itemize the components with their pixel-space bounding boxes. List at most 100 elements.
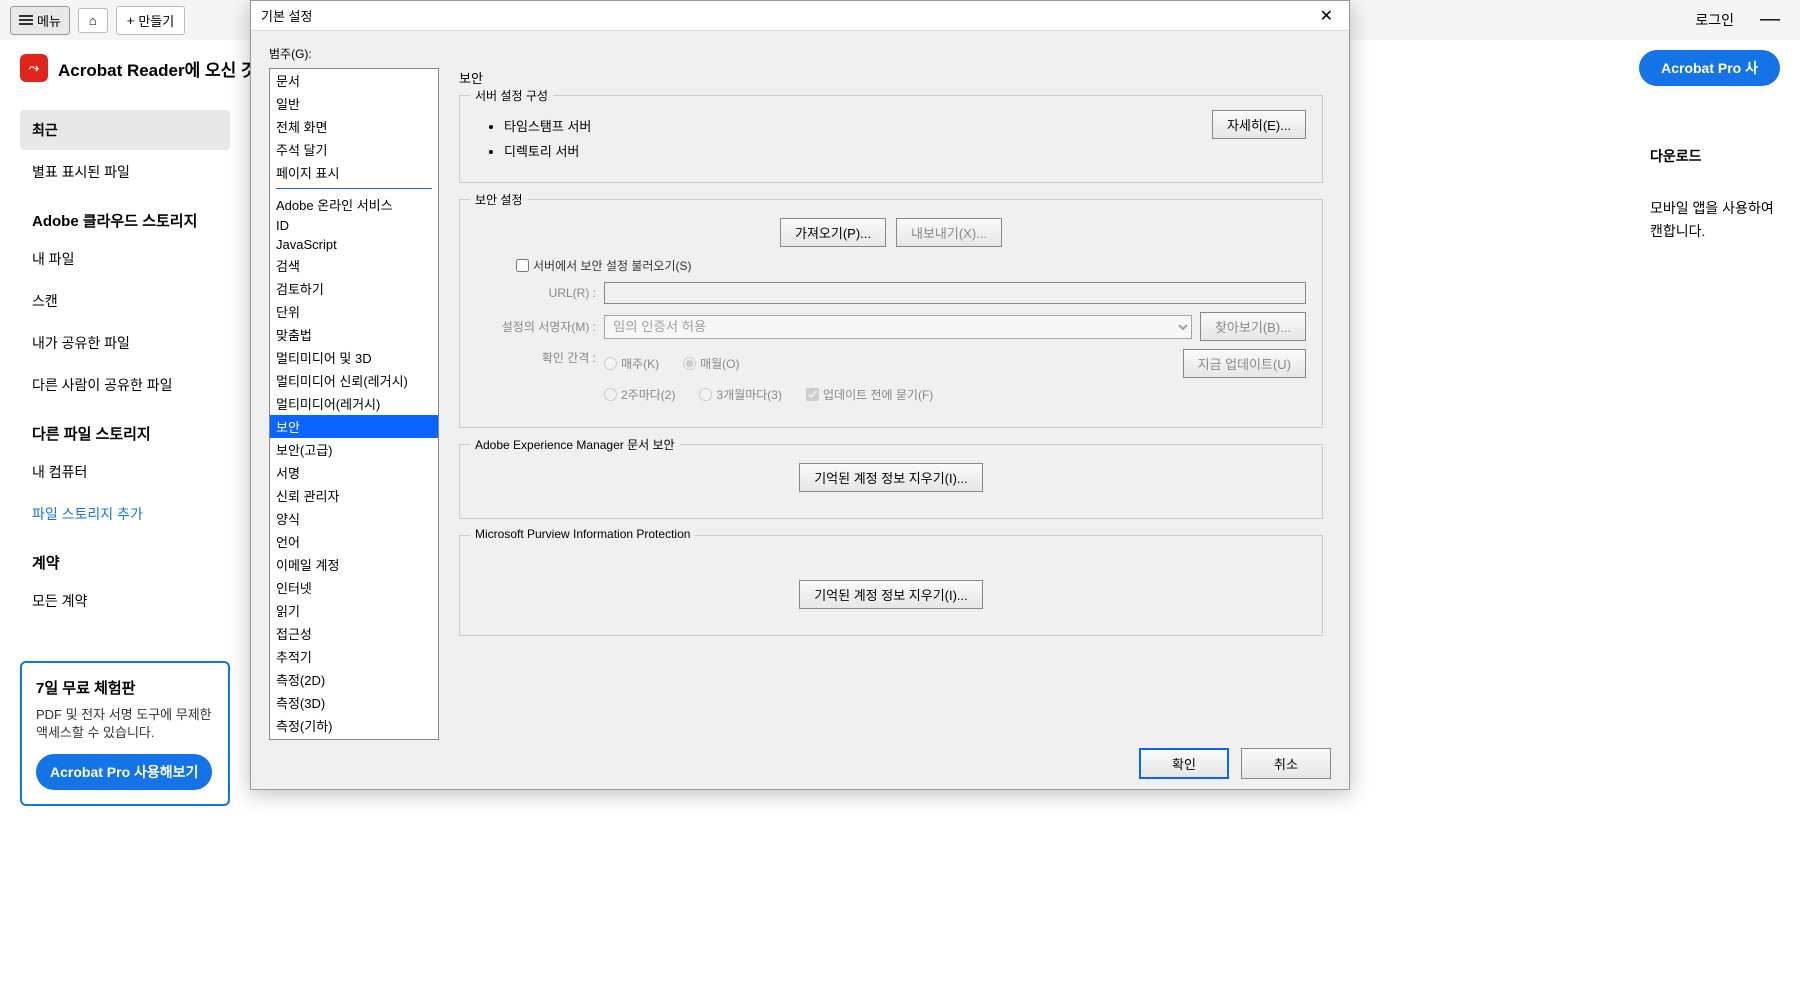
category-item[interactable]: 멀티미디어 및 3D — [270, 346, 438, 369]
category-item[interactable]: 신뢰 관리자 — [270, 484, 438, 507]
menu-label: 메뉴 — [37, 11, 61, 30]
hamburger-icon — [19, 13, 33, 27]
category-item[interactable]: Adobe 온라인 서비스 — [270, 193, 438, 216]
sidebar-item-mycomputer[interactable]: 내 컴퓨터 — [20, 452, 230, 492]
category-item[interactable]: 측정(3D) — [270, 691, 438, 714]
category-item[interactable]: JavaScript — [270, 235, 438, 254]
mobile-text-1: 모바일 앱을 사용하여 — [1650, 197, 1790, 219]
group-title-server: 서버 설정 구성 — [470, 87, 553, 104]
load-from-server-label: 서버에서 보안 설정 불러오기(S) — [533, 257, 691, 274]
url-input — [604, 282, 1306, 304]
category-item[interactable]: 검색 — [270, 254, 438, 277]
plus-icon: + — [127, 13, 135, 28]
category-item[interactable]: 언어 — [270, 530, 438, 553]
category-item[interactable]: 양식 — [270, 507, 438, 530]
load-from-server-checkbox[interactable]: 서버에서 보안 설정 불러오기(S) — [516, 257, 1306, 274]
sidebar-item-add-storage[interactable]: 파일 스토리지 추가 — [20, 494, 230, 534]
category-item[interactable]: 이메일 계정 — [270, 553, 438, 576]
pane-title: 보안 — [459, 68, 1323, 87]
category-item[interactable]: 맞춤법 — [270, 323, 438, 346]
signer-select: 임의 인증서 허용 — [604, 315, 1192, 339]
update-now-button: 지금 업데이트(U) — [1183, 349, 1306, 378]
category-divider — [276, 188, 432, 189]
category-item[interactable]: 보안 — [270, 415, 438, 438]
group-security-settings: 보안 설정 가져오기(P)... 내보내기(X)... 서버에서 보안 설정 불… — [459, 199, 1323, 428]
preferences-dialog: 기본 설정 ✕ 범주(G): 문서일반전체 화면주석 달기페이지 표시 Adobe… — [250, 0, 1350, 790]
browse-button: 찾아보기(B)... — [1200, 312, 1306, 341]
home-icon: ⌂ — [89, 13, 97, 28]
sidebar-item-shared-by-others[interactable]: 다른 사람이 공유한 파일 — [20, 365, 230, 405]
category-item[interactable]: 검토하기 — [270, 277, 438, 300]
close-icon[interactable]: ✕ — [1314, 6, 1339, 26]
dialog-title: 기본 설정 — [261, 6, 1314, 25]
login-link[interactable]: 로그인 — [1695, 10, 1734, 30]
trial-title: 7일 무료 체험판 — [36, 677, 214, 698]
sidebar-item-all-agreements[interactable]: 모든 계약 — [20, 581, 230, 621]
url-label: URL(R) : — [476, 286, 596, 300]
server-item-timestamp: 타임스탬프 서버 — [504, 116, 1306, 135]
category-item[interactable]: 멀티미디어(레거시) — [270, 392, 438, 415]
details-button[interactable]: 자세히(E)... — [1212, 110, 1306, 139]
group-title-security: 보안 설정 — [470, 191, 528, 208]
category-item[interactable]: 측정(2D) — [270, 668, 438, 691]
category-item[interactable]: 문서 — [270, 69, 438, 92]
ask-before-update-checkbox: 업데이트 전에 묻기(F) — [806, 386, 933, 403]
category-label: 범주(G): — [269, 45, 1331, 62]
server-item-directory: 디렉토리 서버 — [504, 141, 1306, 160]
category-item[interactable]: 보안(고급) — [270, 438, 438, 461]
sidebar-item-starred[interactable]: 별표 표시된 파일 — [20, 152, 230, 192]
category-item[interactable]: 서명 — [270, 461, 438, 484]
trial-card: 7일 무료 체험판 PDF 및 전자 서명 도구에 무제한 액세스할 수 있습니… — [20, 661, 230, 806]
group-purview: Microsoft Purview Information Protection… — [459, 535, 1323, 636]
sidebar-item-scan[interactable]: 스캔 — [20, 281, 230, 321]
category-item[interactable]: 읽기 — [270, 599, 438, 622]
interval-label: 확인 간격 : — [476, 349, 596, 366]
minimize-button[interactable]: — — [1750, 8, 1790, 31]
load-from-server-input[interactable] — [516, 259, 529, 272]
welcome-text: Acrobat Reader에 오신 것을 — [58, 56, 272, 81]
export-button: 내보내기(X)... — [896, 218, 1002, 247]
radio-quarterly: 3개월마다(3) — [699, 386, 782, 403]
category-item[interactable]: 일반 — [270, 92, 438, 115]
category-item[interactable]: 추적기 — [270, 645, 438, 668]
cancel-button[interactable]: 취소 — [1241, 748, 1331, 779]
sidebar-header-agreements: 계약 — [32, 552, 218, 573]
trial-desc: PDF 및 전자 서명 도구에 무제한 액세스할 수 있습니다. — [36, 706, 214, 742]
mobile-text-2: 캔합니다. — [1650, 220, 1790, 242]
radio-monthly: 매월(O) — [683, 355, 739, 372]
home-button[interactable]: ⌂ — [78, 8, 108, 33]
category-item[interactable]: 측정(기하) — [270, 714, 438, 737]
purview-clear-button[interactable]: 기억된 계정 정보 지우기(I)... — [799, 580, 983, 609]
category-list[interactable]: 문서일반전체 화면주석 달기페이지 표시 Adobe 온라인 서비스IDJavaS… — [269, 68, 439, 740]
aem-clear-button[interactable]: 기억된 계정 정보 지우기(I)... — [799, 463, 983, 492]
sidebar-header-cloud: Adobe 클라우드 스토리지 — [32, 210, 218, 231]
category-item[interactable]: 전체 화면 — [270, 115, 438, 138]
group-aem: Adobe Experience Manager 문서 보안 기억된 계정 정보… — [459, 444, 1323, 519]
sidebar-header-other: 다른 파일 스토리지 — [32, 423, 218, 444]
radio-biweekly: 2주마다(2) — [604, 386, 675, 403]
group-title-purview: Microsoft Purview Information Protection — [470, 527, 695, 541]
category-item[interactable]: ID — [270, 216, 438, 235]
import-button[interactable]: 가져오기(P)... — [780, 218, 886, 247]
download-header: 다운로드 — [1650, 145, 1790, 167]
category-item[interactable]: 멀티미디어 신뢰(레거시) — [270, 369, 438, 392]
create-button[interactable]: + 만들기 — [116, 6, 185, 35]
create-label: 만들기 — [138, 11, 174, 30]
trial-button[interactable]: Acrobat Pro 사용해보기 — [36, 754, 212, 790]
category-item[interactable]: 접근성 — [270, 622, 438, 645]
category-item[interactable]: 단위 — [270, 300, 438, 323]
acrobat-logo-icon: ⤳ — [20, 54, 48, 82]
acrobat-pro-button[interactable]: Acrobat Pro 사 — [1639, 50, 1780, 86]
category-item[interactable]: 페이지 표시 — [270, 161, 438, 184]
category-item[interactable]: 주석 달기 — [270, 138, 438, 161]
category-item[interactable]: 인터넷 — [270, 576, 438, 599]
signer-label: 설정의 서명자(M) : — [476, 318, 596, 335]
ok-button[interactable]: 확인 — [1139, 748, 1229, 779]
radio-weekly: 매주(K) — [604, 355, 659, 372]
group-server-config: 서버 설정 구성 자세히(E)... 타임스탬프 서버 디렉토리 서버 — [459, 95, 1323, 183]
sidebar-item-myfiles[interactable]: 내 파일 — [20, 239, 230, 279]
sidebar-item-recent[interactable]: 최근 — [20, 110, 230, 150]
sidebar-item-shared-by-me[interactable]: 내가 공유한 파일 — [20, 323, 230, 363]
group-title-aem: Adobe Experience Manager 문서 보안 — [470, 436, 680, 453]
menu-button[interactable]: 메뉴 — [10, 6, 70, 35]
